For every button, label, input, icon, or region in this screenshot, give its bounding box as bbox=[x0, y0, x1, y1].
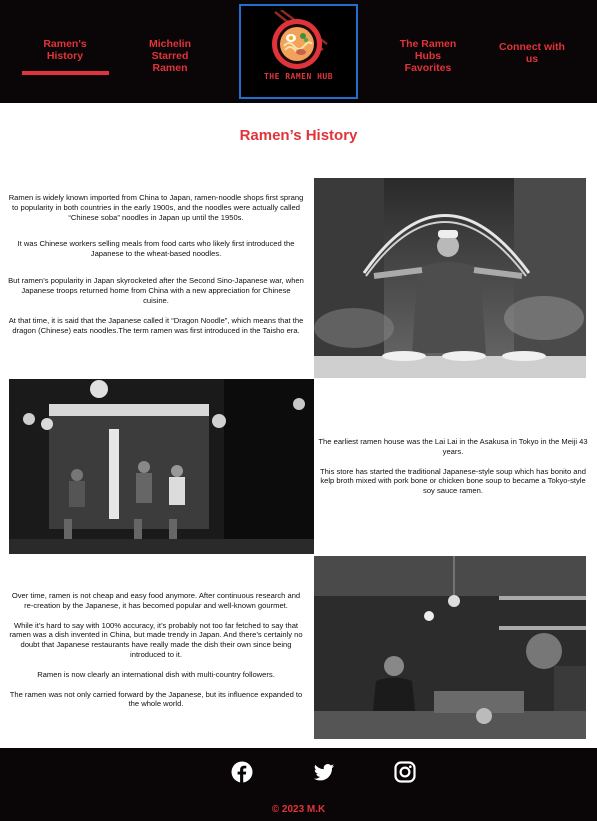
site-header: Ramen's History Michelin Starred Ramen T… bbox=[0, 0, 597, 103]
twitter-icon[interactable] bbox=[313, 761, 335, 783]
nav-active-underline bbox=[22, 71, 109, 75]
nav-connect-with-us[interactable]: Connect with us bbox=[492, 41, 572, 65]
site-footer: © 2023 M.K bbox=[0, 748, 597, 821]
nav-michelin-starred-ramen[interactable]: Michelin Starred Ramen bbox=[135, 38, 205, 74]
nav-ramen-hubs-favorites[interactable]: The Ramen Hubs Favorites bbox=[392, 38, 464, 74]
logo-text: THE RAMEN HUB bbox=[263, 72, 334, 81]
paragraph: This store has started the traditional J… bbox=[320, 466, 586, 496]
nav-ramens-history[interactable]: Ramen's History bbox=[30, 38, 100, 62]
paragraph: Over time, ramen is not cheap and easy f… bbox=[11, 591, 301, 610]
paragraph: The ramen was not only carried forward b… bbox=[9, 689, 303, 709]
facebook-icon[interactable] bbox=[231, 761, 253, 783]
paragraph: While it’s hard to say with 100% accurac… bbox=[9, 620, 303, 659]
lai-lai-history-text: The earliest ramen house was the Lai Lai… bbox=[318, 437, 588, 506]
site-logo[interactable]: THE RAMEN HUB bbox=[239, 4, 358, 99]
paragraph: Ramen is now clearly an international di… bbox=[37, 669, 275, 679]
paragraph: The earliest ramen house was the Lai Lai… bbox=[318, 437, 588, 456]
instagram-icon[interactable] bbox=[394, 761, 416, 783]
history-intro-text: Ramen is widely known imported from Chin… bbox=[8, 193, 304, 346]
copyright-text: © 2023 M.K bbox=[271, 804, 326, 815]
ramen-stall-photo bbox=[9, 379, 314, 554]
modern-ramen-text: Over time, ramen is not cheap and easy f… bbox=[8, 591, 304, 719]
paragraph: It was Chinese workers selling meals fro… bbox=[17, 239, 295, 259]
ramen-kitchen-photo bbox=[314, 556, 586, 739]
paragraph: At that time, it is said that the Japane… bbox=[8, 316, 304, 336]
paragraph: But ramen’s popularity in Japan skyrocke… bbox=[8, 275, 304, 305]
ramen-bowl-logo-icon bbox=[272, 10, 328, 69]
noodle-chef-photo bbox=[314, 178, 586, 378]
page-title: Ramen’s History bbox=[239, 127, 358, 144]
paragraph: Ramen is widely known imported from Chin… bbox=[8, 193, 304, 222]
